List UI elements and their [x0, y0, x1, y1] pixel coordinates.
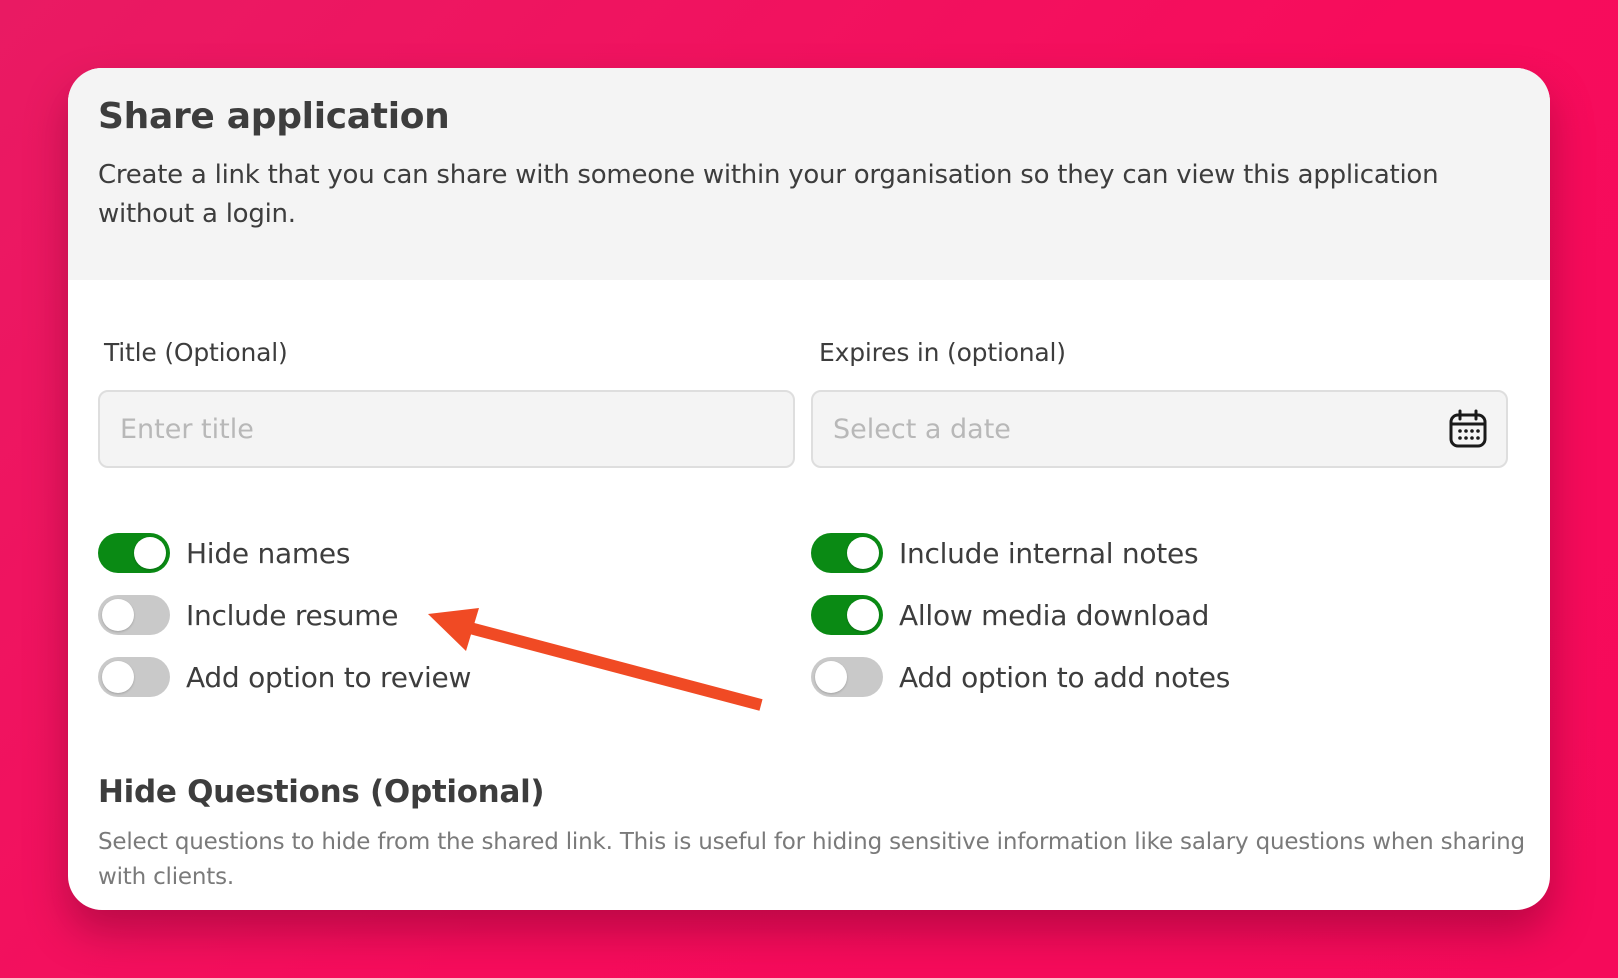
title-field[interactable] — [98, 390, 795, 468]
expires-date-field[interactable] — [811, 390, 1508, 468]
include-internal-notes-toggle-row[interactable]: Include internal notes — [811, 532, 1199, 574]
title-field-label: Title (Optional) — [104, 338, 288, 367]
toggle-knob — [134, 537, 166, 569]
hide-questions-description: Select questions to hide from the shared… — [98, 829, 1525, 890]
include-internal-notes-label: Include internal notes — [899, 536, 1199, 570]
allow-media-download-label: Allow media download — [899, 598, 1210, 632]
expires-field-label: Expires in (optional) — [819, 338, 1066, 367]
add-option-to-add-notes-toggle[interactable] — [811, 657, 883, 697]
hide-names-label: Hide names — [186, 536, 351, 570]
include-resume-label: Include resume — [186, 598, 399, 632]
add-option-to-add-notes-toggle-row[interactable]: Add option to add notes — [811, 656, 1230, 698]
toggle-knob — [102, 661, 134, 693]
add-option-to-review-label: Add option to review — [186, 660, 472, 694]
toggle-knob — [847, 599, 879, 631]
toggle-knob — [847, 537, 879, 569]
toggle-knob — [815, 661, 847, 693]
share-application-dialog: Share application Create a link that you… — [68, 68, 1550, 910]
allow-media-download-toggle[interactable] — [811, 595, 883, 635]
dialog-title: Share application — [98, 96, 450, 137]
title-input[interactable] — [120, 392, 720, 466]
dialog-header: Share application Create a link that you… — [68, 68, 1550, 280]
add-option-to-add-notes-label: Add option to add notes — [899, 660, 1231, 694]
include-internal-notes-toggle[interactable] — [811, 533, 883, 573]
add-option-to-review-toggle[interactable] — [98, 657, 170, 697]
dialog-description: Create a link that you can share with so… — [98, 160, 1439, 229]
hide-names-toggle[interactable] — [98, 533, 170, 573]
hide-questions-title: Hide Questions (Optional) — [98, 774, 545, 810]
hide-names-toggle-row[interactable]: Hide names — [98, 532, 350, 574]
allow-media-download-toggle-row[interactable]: Allow media download — [811, 594, 1209, 636]
add-option-to-review-toggle-row[interactable]: Add option to review — [98, 656, 471, 698]
include-resume-toggle-row[interactable]: Include resume — [98, 594, 399, 636]
expires-date-input[interactable] — [833, 392, 1433, 466]
toggle-knob — [102, 599, 134, 631]
calendar-icon[interactable] — [1448, 409, 1488, 449]
include-resume-toggle[interactable] — [98, 595, 170, 635]
